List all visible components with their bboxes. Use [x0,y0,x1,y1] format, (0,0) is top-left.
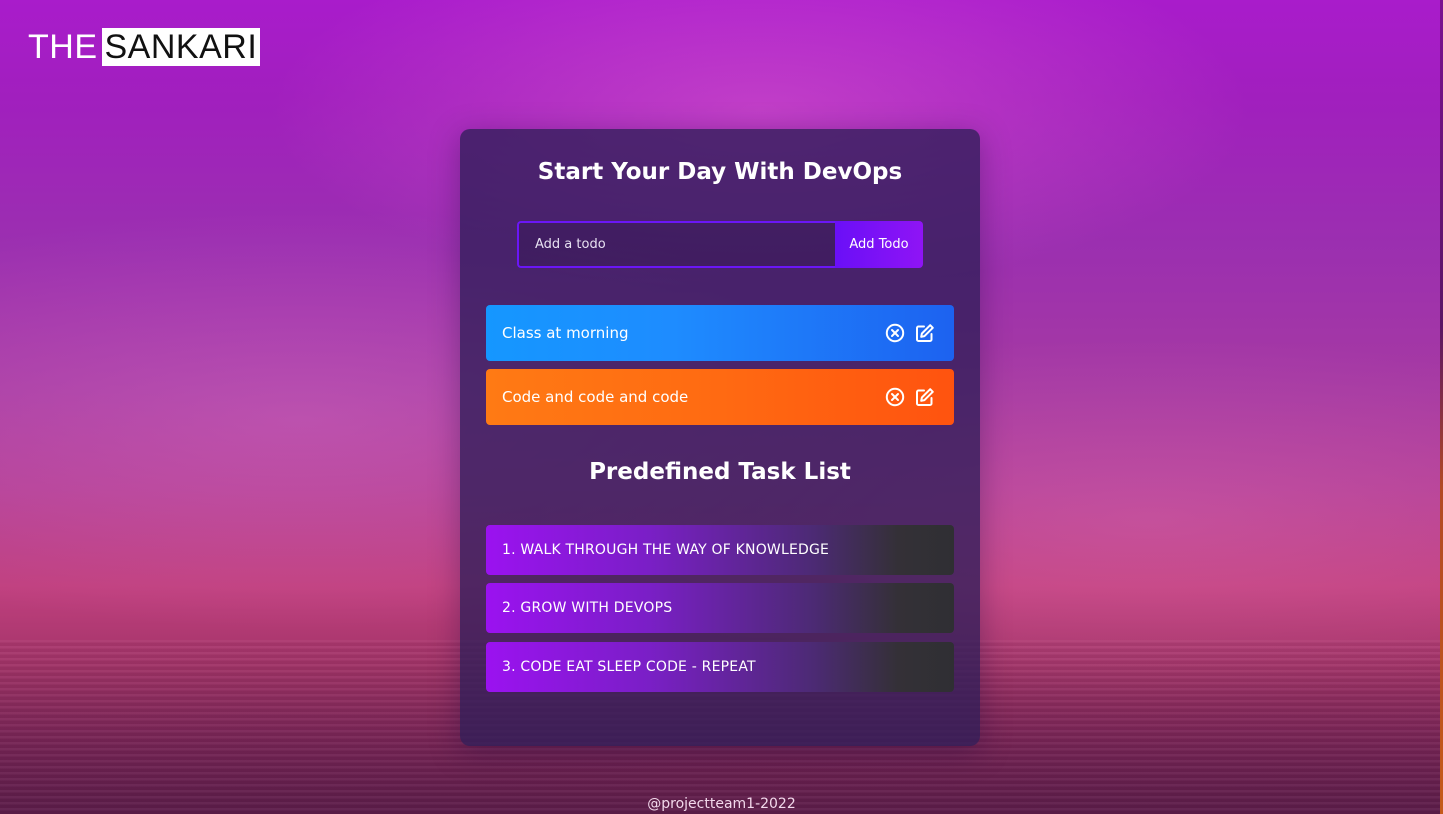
todo-item-text: Code and code and code [502,388,689,406]
logo-text-sankari: SANKARI [101,28,261,66]
predefined-task-item[interactable]: 2. GROW WITH DEVOPS [486,583,954,633]
todo-item-actions [884,322,954,344]
predefined-task-text: 1. WALK THROUGH THE WAY OF KNOWLEDGE [502,542,830,558]
site-logo[interactable]: THE SANKARI [28,27,261,66]
todo-item-actions [884,386,954,408]
predefined-task-title: Predefined Task List [589,459,851,485]
add-todo-button[interactable]: Add Todo [835,221,923,268]
todo-item: Code and code and code [486,369,954,425]
card-title: Start Your Day With DevOps [537,159,903,185]
predefined-task-item[interactable]: 1. WALK THROUGH THE WAY OF KNOWLEDGE [486,525,954,575]
close-circle-icon[interactable] [884,386,906,408]
logo-text-the: THE [28,27,98,66]
todo-form: Add Todo [517,221,923,268]
edit-icon[interactable] [914,386,936,408]
todo-item-text: Class at morning [502,324,629,342]
todo-card: Start Your Day With DevOps Add Todo Clas… [460,129,980,746]
predefined-task-text: 3. CODE EAT SLEEP CODE - REPEAT [502,659,756,675]
todo-input[interactable] [517,221,835,268]
predefined-task-text: 2. GROW WITH DEVOPS [502,600,673,616]
predefined-task-item[interactable]: 3. CODE EAT SLEEP CODE - REPEAT [486,642,954,692]
todo-item: Class at morning [486,305,954,361]
close-circle-icon[interactable] [884,322,906,344]
edit-icon[interactable] [914,322,936,344]
footer-credit: @projectteam1-2022 [647,796,796,812]
